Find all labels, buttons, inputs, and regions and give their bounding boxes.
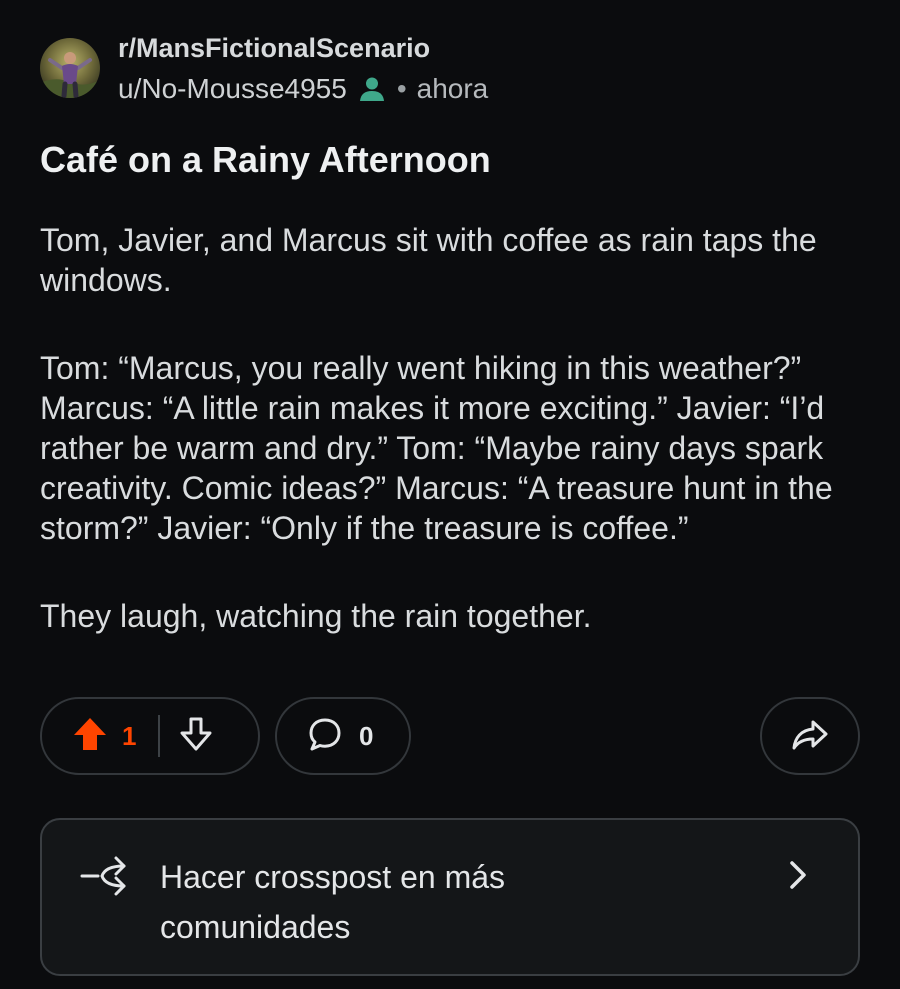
arrow-up-icon[interactable] <box>72 716 108 757</box>
person-icon <box>359 76 385 102</box>
separator-dot: • <box>396 73 407 104</box>
crosspost-card[interactable]: Hacer crosspost en más comunidades <box>40 818 860 976</box>
comments-button[interactable]: 0 <box>275 697 411 775</box>
author-line: u/No-Mousse4955 • ahora <box>118 73 488 105</box>
post-paragraph: Tom: “Marcus, you really went hiking in … <box>40 350 833 546</box>
avatar[interactable] <box>40 38 100 98</box>
crosspost-icon <box>80 854 132 903</box>
subreddit-link[interactable]: r/MansFictionalScenario <box>118 34 488 62</box>
vote-count: 1 <box>122 720 137 751</box>
post-paragraph: They laugh, watching the rain together. <box>40 598 592 634</box>
action-bar: 1 0 <box>40 697 860 777</box>
speech-bubble-icon <box>307 716 343 757</box>
chevron-right-icon <box>786 858 810 897</box>
vote-control: 1 <box>40 697 260 775</box>
author-username[interactable]: u/No-Mousse4955 <box>118 73 347 105</box>
post-timestamp: ahora <box>416 73 489 104</box>
share-button[interactable] <box>760 697 860 775</box>
share-arrow-icon <box>790 714 830 759</box>
arrow-down-icon[interactable] <box>178 716 214 757</box>
crosspost-label: Hacer crosspost en más comunidades <box>160 859 506 945</box>
post-body: Tom, Javier, and Marcus sit with coffee … <box>40 220 860 684</box>
post-paragraph: Tom, Javier, and Marcus sit with coffee … <box>40 222 817 298</box>
vote-divider <box>158 715 161 757</box>
comment-count: 0 <box>359 720 374 751</box>
post-title: Café on a Rainy Afternoon <box>40 139 491 180</box>
post-header: r/MansFictionalScenario u/No-Mousse4955 … <box>40 34 488 105</box>
